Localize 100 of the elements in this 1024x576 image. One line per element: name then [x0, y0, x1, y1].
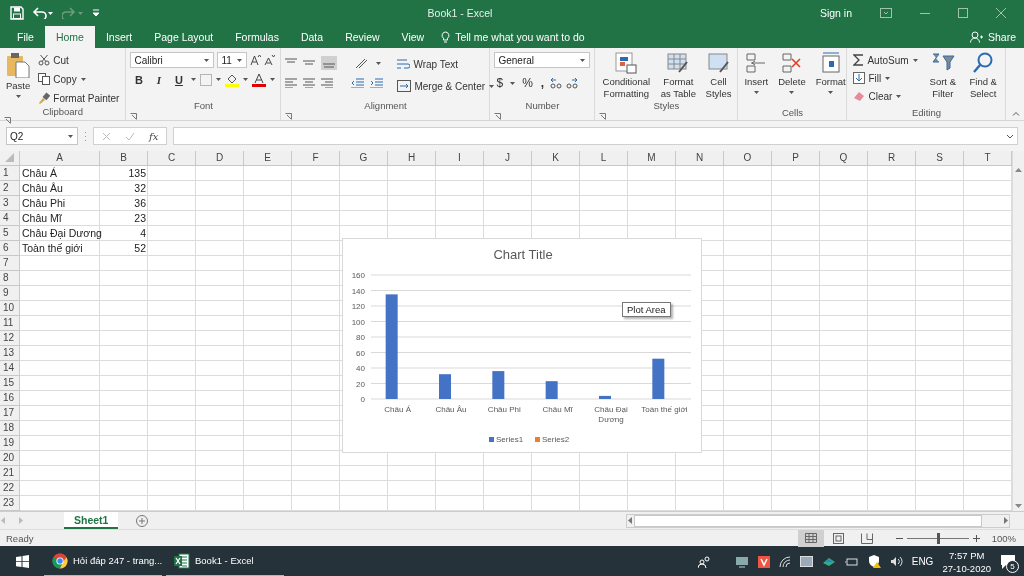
row-header[interactable]: 19 [0, 436, 20, 451]
decrease-font-icon[interactable] [264, 54, 276, 66]
cells-button[interactable]: Insert [742, 52, 771, 107]
language-indicator[interactable]: ENG [911, 556, 934, 567]
ribbon-tab[interactable]: File [6, 26, 45, 48]
cells-button[interactable]: Format [813, 52, 848, 107]
page-break-view-icon[interactable] [860, 532, 873, 544]
slider-thumb[interactable] [936, 532, 940, 544]
row-header[interactable]: 1 [0, 166, 20, 181]
column-header[interactable]: A [20, 151, 100, 166]
caret-icon[interactable] [215, 77, 223, 82]
column-header[interactable]: R [868, 151, 916, 166]
row-header[interactable]: 21 [0, 466, 20, 481]
number-format-field[interactable]: General [494, 52, 591, 68]
dialog-launcher-icon[interactable] [130, 113, 138, 120]
increase-font-icon[interactable] [250, 54, 262, 66]
row-header[interactable]: 15 [0, 376, 20, 391]
zoom-level[interactable]: 100% [991, 532, 1016, 544]
comma-button[interactable]: , [538, 75, 547, 91]
bold-button[interactable]: B [130, 71, 148, 88]
expand-icon[interactable] [1006, 133, 1014, 139]
autosum-button[interactable]: AutoSum [851, 52, 921, 68]
caret-icon[interactable] [788, 90, 796, 95]
column-header[interactable]: M [628, 151, 676, 166]
undo-icon[interactable] [32, 7, 54, 19]
volume-icon[interactable] [889, 556, 903, 567]
row-header[interactable]: 16 [0, 391, 20, 406]
column-header[interactable]: B [100, 151, 148, 166]
column-header[interactable]: S [916, 151, 964, 166]
caret-icon[interactable] [579, 57, 587, 63]
caret-icon[interactable] [242, 77, 250, 82]
horizontal-scrollbar[interactable] [626, 513, 1010, 528]
name-box[interactable]: Q2 [6, 127, 78, 145]
row-header[interactable]: 4 [0, 211, 20, 226]
scroll-right-icon[interactable] [1004, 517, 1009, 524]
column-header[interactable]: I [436, 151, 484, 166]
network-icon[interactable] [821, 556, 836, 567]
dialog-launcher-icon[interactable] [285, 113, 293, 120]
column-header[interactable]: L [580, 151, 628, 166]
row-header[interactable]: 18 [0, 421, 20, 436]
clock[interactable]: 7:57 PM 27-10-2020 [942, 548, 991, 575]
taskbar-app[interactable]: Hỏi đáp 247 - trang... [44, 546, 162, 576]
dialog-launcher-icon[interactable] [599, 113, 607, 120]
caret-icon[interactable] [79, 76, 87, 82]
formula-field[interactable] [173, 127, 1018, 145]
row-header[interactable]: 3 [0, 196, 20, 211]
column-header[interactable]: D [196, 151, 244, 166]
row-header[interactable]: 8 [0, 271, 20, 286]
check-icon[interactable] [125, 131, 135, 141]
grid-view-icon[interactable] [804, 533, 817, 543]
shield-warning-icon[interactable] [867, 555, 881, 568]
customize-toolbar-icon[interactable] [92, 9, 100, 17]
row-header[interactable]: 20 [0, 451, 20, 466]
add-sheet-icon[interactable] [136, 514, 149, 527]
browser-icon[interactable] [52, 552, 68, 569]
italic-button[interactable]: I [150, 71, 168, 88]
row-header[interactable]: 17 [0, 406, 20, 421]
underline-button[interactable]: U [170, 71, 188, 88]
column-header[interactable]: T [964, 151, 1012, 166]
clear-button[interactable]: Clear [851, 88, 921, 104]
column-header[interactable]: O [724, 151, 772, 166]
row-header[interactable]: 2 [0, 181, 20, 196]
caret-icon[interactable] [203, 57, 211, 63]
share-button[interactable]: Share [969, 26, 1016, 48]
column-header[interactable]: P [772, 151, 820, 166]
save-icon[interactable] [10, 6, 24, 20]
ribbon-tab[interactable]: Formulas [224, 26, 290, 48]
paste-button[interactable]: Paste [4, 52, 33, 106]
zoom-in-icon[interactable] [972, 534, 980, 542]
ribbon-tab[interactable]: Review [334, 26, 391, 48]
font-color-icon[interactable] [252, 72, 267, 87]
ribbon-display-icon[interactable] [880, 8, 892, 18]
caret-icon[interactable] [752, 90, 760, 95]
column-header[interactable]: F [292, 151, 340, 166]
row-header[interactable]: 5 [0, 226, 20, 241]
caret-icon[interactable] [509, 80, 517, 86]
ribbon-tab[interactable]: Data [289, 26, 335, 48]
styles-button[interactable]: Conditional Formatting [599, 52, 654, 100]
font-name-field[interactable]: Calibri [130, 52, 215, 68]
column-header[interactable]: N [676, 151, 724, 166]
increase-decimal-icon[interactable] [550, 77, 563, 89]
caret-icon[interactable] [827, 90, 835, 95]
close-icon[interactable] [996, 8, 1006, 18]
ribbon-tab[interactable]: Insert [94, 26, 144, 48]
format-painter-button[interactable]: Format Painter [36, 90, 122, 106]
decrease-indent-icon[interactable] [351, 78, 365, 88]
maximize-icon[interactable] [958, 8, 968, 18]
row-header[interactable]: 6 [0, 241, 20, 256]
row-header[interactable]: 13 [0, 346, 20, 361]
tell-me-field[interactable]: Tell me what you want to do [441, 26, 585, 48]
ribbon-tab[interactable]: Page Layout [143, 26, 225, 48]
editing-button[interactable]: Find & Select [965, 52, 1002, 107]
vertical-scrollbar[interactable] [1012, 151, 1024, 511]
row-header[interactable]: 22 [0, 481, 20, 496]
page-view-icon[interactable] [833, 532, 845, 544]
copy-button[interactable]: Copy [36, 71, 122, 87]
sheet-tab[interactable]: Sheet1 [64, 512, 119, 529]
styles-button[interactable]: Cell Styles [703, 52, 734, 100]
caret-icon[interactable] [14, 94, 22, 99]
caret-icon[interactable] [488, 83, 496, 89]
